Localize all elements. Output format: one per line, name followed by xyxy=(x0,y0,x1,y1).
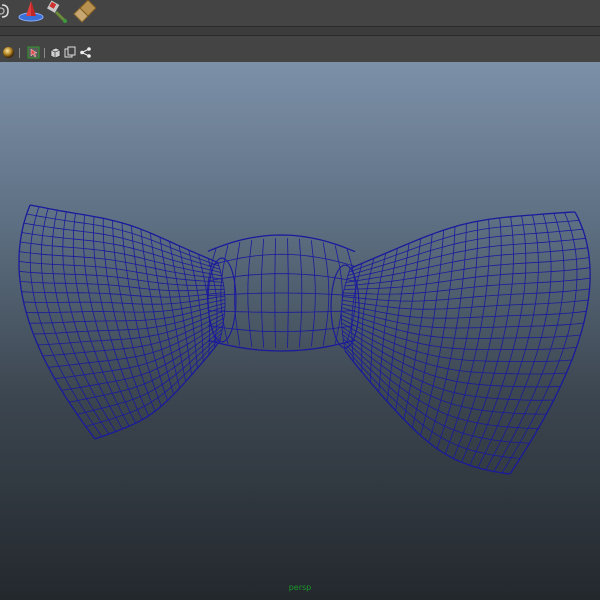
render-cone-icon[interactable] xyxy=(18,0,44,22)
left-lobe-isoparm-u xyxy=(102,218,149,416)
knot-isoparm-v xyxy=(207,339,356,352)
hypershade-icon[interactable] xyxy=(70,0,98,24)
left-lobe-isoparm-v xyxy=(19,270,224,287)
left-lobe-isoparm-v xyxy=(21,291,225,298)
camera-label: persp xyxy=(288,583,312,592)
toolbar-separator xyxy=(19,48,20,58)
left-lobe-isoparm-v xyxy=(77,332,222,415)
left-lobe-isoparm-v xyxy=(20,281,225,292)
right-lobe-isoparm-v xyxy=(341,314,577,351)
left-lobe-isoparm-v xyxy=(94,340,221,440)
shelf-bar xyxy=(0,0,600,26)
select-camera-icon[interactable] xyxy=(27,46,40,59)
shaded-sphere-icon[interactable] xyxy=(2,46,15,59)
shelf-divider xyxy=(0,26,600,36)
knot-isoparm-v xyxy=(207,273,356,282)
left-lobe-isoparm-v xyxy=(18,261,224,283)
share-icon[interactable] xyxy=(79,46,92,59)
panel-toolbar xyxy=(0,44,600,63)
cube-view-icon[interactable] xyxy=(49,46,62,59)
left-lobe-isoparm-v xyxy=(20,241,222,277)
left-lobe-isoparm-u xyxy=(217,262,226,341)
left-lobe-isoparm-v xyxy=(21,232,221,273)
bow-tie-wireframe[interactable] xyxy=(0,62,600,600)
viewport-persp[interactable]: persp xyxy=(0,62,600,600)
knot-isoparm-v xyxy=(207,310,356,313)
left-lobe-isoparm-v xyxy=(23,295,225,305)
knot-isoparm-v xyxy=(207,234,356,253)
knot-isoparm-v xyxy=(207,292,356,297)
left-lobe-isoparm-v xyxy=(54,321,224,380)
left-lobe-isoparm-v xyxy=(26,299,226,314)
copy-view-icon[interactable] xyxy=(64,46,77,59)
paint-tool-icon[interactable] xyxy=(46,0,70,24)
right-lobe-isoparm-v xyxy=(342,299,589,310)
left-lobe-isoparm-u xyxy=(83,214,137,424)
right-lobe-isoparm-v xyxy=(342,288,590,302)
left-lobe-isoparm-v xyxy=(61,325,224,391)
shelf-partial-icon[interactable] xyxy=(0,2,12,20)
toolbar-separator xyxy=(44,48,45,58)
